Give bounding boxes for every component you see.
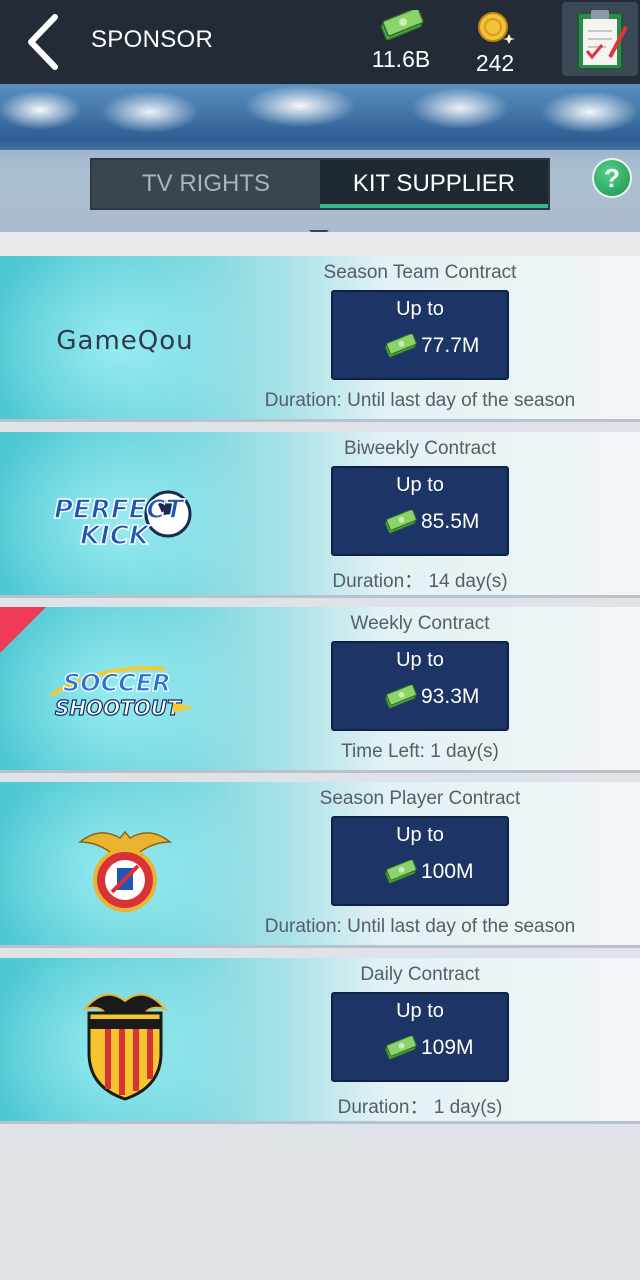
svg-text:SOCCER: SOCCER	[63, 669, 171, 697]
offer-button[interactable]: Up to 109M	[331, 992, 509, 1082]
tab-bar: TV RIGHTS KIT SUPPLIER	[90, 158, 550, 210]
page-title: SPONSOR	[91, 26, 214, 53]
cash-icon	[384, 334, 417, 358]
divider	[0, 232, 640, 256]
amount-value: 85.5M	[421, 510, 480, 533]
offer-label: Up to	[396, 1000, 444, 1022]
coin-icon	[478, 12, 515, 44]
sponsor-card[interactable]: SOCCER SHOOTOUT Weekly Contract Up to 93…	[0, 607, 640, 773]
contract-duration: Duration: Until last day of the season	[264, 390, 576, 411]
sponsor-card[interactable]: Season Player Contract Up to 100M Durati…	[0, 782, 640, 948]
sponsor-logo-gameqou: GameQou	[40, 296, 210, 386]
cash-value: 11.6B	[371, 46, 431, 72]
sponsor-logo-soccer-shootout: SOCCER SHOOTOUT	[40, 647, 210, 737]
offer-amount: 100M	[383, 860, 474, 884]
sponsor-card[interactable]: GameQou Season Team Contract Up to 77.7M…	[0, 256, 640, 422]
amount-value: 100M	[421, 860, 474, 883]
offer-label: Up to	[396, 649, 444, 671]
back-button[interactable]	[14, 8, 70, 76]
sponsor-logo-benfica	[40, 822, 210, 912]
coin-value: 242	[475, 50, 515, 76]
tab-kit-supplier[interactable]: KIT SUPPLIER	[320, 160, 548, 208]
cash-icon	[384, 685, 417, 709]
contract-duration: Duration： 14 day(s)	[332, 571, 508, 592]
contract-type: Daily Contract	[360, 964, 480, 985]
gameqou-logo: GameQou	[56, 326, 194, 356]
offer-button[interactable]: Up to 77.7M	[331, 290, 509, 380]
contract-type: Biweekly Contract	[343, 438, 497, 459]
sponsor-logo-perfect-kick: PERFECT KICK	[40, 472, 210, 562]
cash-icon	[384, 510, 417, 534]
benfica-crest-icon	[77, 830, 173, 912]
cash-icon	[384, 860, 417, 884]
cash-icon	[384, 1036, 417, 1060]
contract-duration: Time Left: 1 day(s)	[341, 741, 499, 762]
valencia-crest-icon	[82, 993, 168, 1101]
amount-value: 109M	[421, 1036, 474, 1059]
cash-counter: 11.6B	[356, 10, 446, 78]
sponsor-card[interactable]: PERFECT KICK Biweekly Contract Up to 85.…	[0, 432, 640, 598]
chevron-left-icon	[28, 14, 58, 70]
amount-value: 77.7M	[421, 334, 480, 357]
contract-duration: Duration: Until last day of the season	[264, 916, 576, 937]
offer-label: Up to	[396, 298, 444, 320]
amount-value: 93.3M	[421, 685, 480, 708]
offer-label: Up to	[396, 824, 444, 846]
sponsor-logo-valencia	[40, 993, 210, 1101]
svg-text:KICK: KICK	[80, 521, 151, 551]
contract-duration: Duration： 1 day(s)	[337, 1097, 503, 1118]
tab-tv-rights[interactable]: TV RIGHTS	[92, 160, 320, 208]
top-bar: SPONSOR 11.6B 242	[0, 0, 640, 84]
offer-button[interactable]: Up to 93.3M	[331, 641, 509, 731]
svg-text:SHOOTOUT: SHOOTOUT	[55, 696, 182, 720]
soccer-shootout-logo: SOCCER SHOOTOUT	[49, 666, 195, 721]
sponsor-card[interactable]: Daily Contract Up to 109M Duration： 1 da…	[0, 958, 640, 1124]
help-button[interactable]: ?	[592, 158, 632, 198]
clipboard-icon	[577, 10, 628, 70]
offer-button[interactable]: Up to 100M	[331, 816, 509, 906]
contract-type: Season Team Contract	[323, 262, 517, 283]
contract-type: Season Player Contract	[319, 788, 521, 809]
perfect-kick-logo: PERFECT KICK	[53, 490, 192, 552]
offer-amount: 77.7M	[383, 334, 479, 358]
offer-button[interactable]: Up to 85.5M	[331, 466, 509, 556]
offer-label: Up to	[396, 474, 444, 496]
cash-icon	[380, 10, 424, 40]
offer-amount: 85.5M	[383, 510, 479, 534]
contract-type: Weekly Contract	[350, 613, 490, 634]
offer-amount: 109M	[383, 1036, 474, 1060]
coin-counter: 242	[450, 10, 540, 78]
clipboard-button[interactable]	[562, 2, 638, 76]
offer-amount: 93.3M	[383, 685, 479, 709]
